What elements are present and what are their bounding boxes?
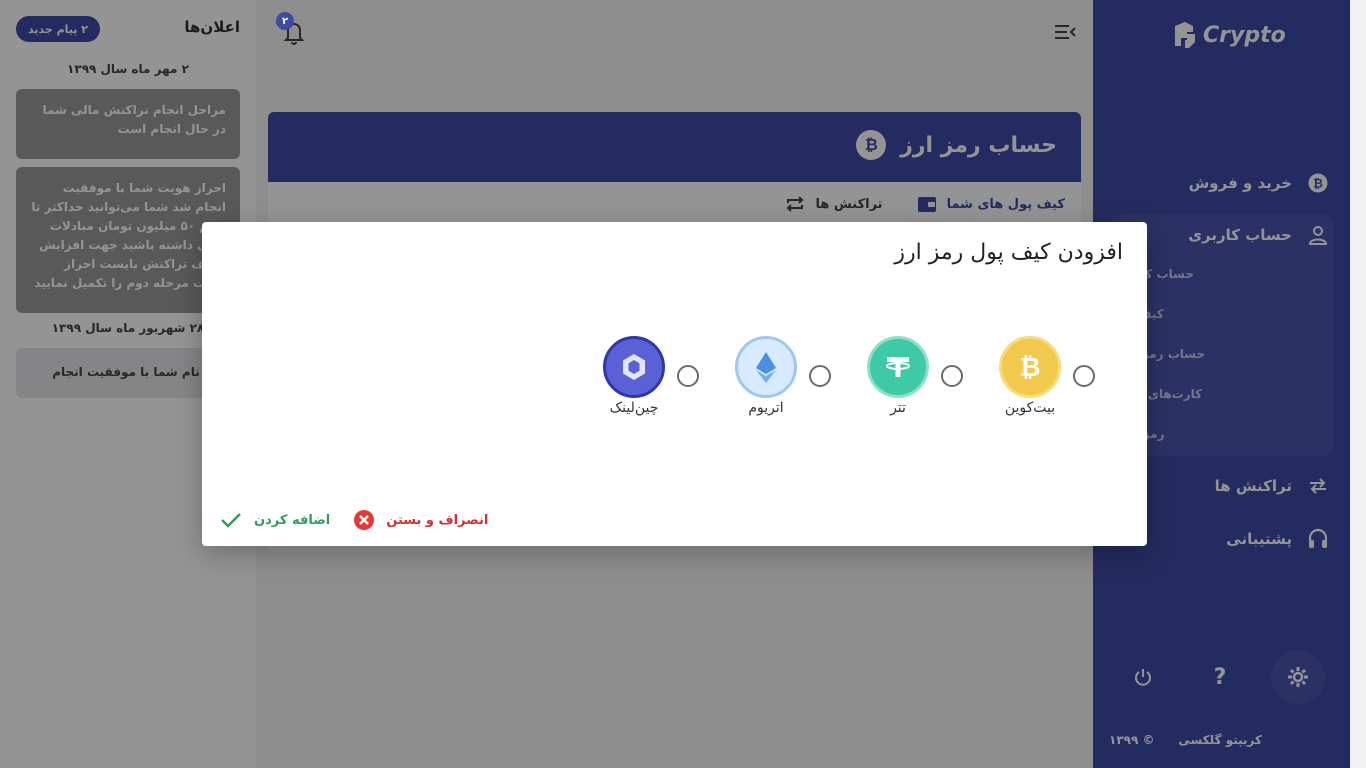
coin-option-ethereum[interactable]: اتریوم — [699, 336, 831, 416]
notification-count-badge: ۲ — [276, 12, 294, 30]
tether-coin-icon — [867, 336, 929, 398]
check-icon — [221, 513, 241, 528]
page-scrollbar[interactable] — [1350, 0, 1366, 768]
coin-option-chainlink[interactable]: چین‌لینک — [567, 336, 699, 416]
coin-option-bitcoin[interactable]: ₿ بیت‌کوین — [963, 336, 1095, 416]
cancel-button[interactable]: انصراف و بستن — [354, 510, 488, 530]
coin-label: تتر — [890, 400, 906, 416]
radio-chainlink[interactable] — [677, 365, 699, 387]
coin-option-tether[interactable]: تتر — [831, 336, 963, 416]
svg-text:₿: ₿ — [1019, 353, 1040, 383]
radio-tether[interactable] — [941, 365, 963, 387]
chainlink-coin-icon — [603, 336, 665, 398]
bitcoin-coin-icon: ₿ — [999, 336, 1061, 398]
coin-label: چین‌لینک — [609, 400, 659, 416]
coin-options: ₿ بیت‌کوین تتر اتریوم — [567, 336, 1095, 416]
coin-label: بیت‌کوین — [1004, 400, 1056, 416]
ethereum-coin-icon — [735, 336, 797, 398]
radio-bitcoin[interactable] — [1073, 365, 1095, 387]
close-icon — [354, 510, 375, 530]
modal-actions: اضافه کردن انصراف و بستن — [220, 510, 488, 530]
add-wallet-modal: افزودن کیف پول رمز ارز ₿ بیت‌کوین تتر — [202, 222, 1147, 546]
coin-label: اتریوم — [748, 400, 784, 416]
radio-ethereum[interactable] — [809, 365, 831, 387]
add-button[interactable]: اضافه کردن — [220, 511, 330, 529]
modal-title: افزودن کیف پول رمز ارز — [894, 240, 1123, 265]
